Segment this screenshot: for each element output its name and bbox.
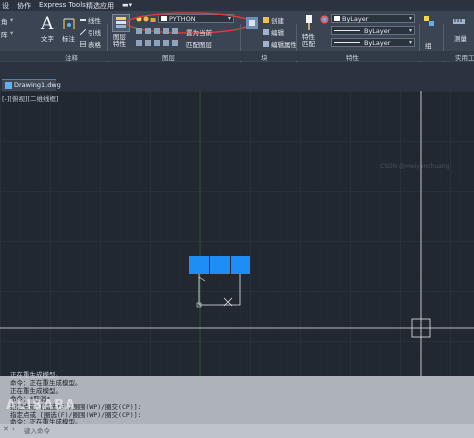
menu-item-collaborate[interactable]: 协作 bbox=[17, 1, 31, 11]
color-dropdown[interactable]: ByLayer ▾ bbox=[331, 14, 415, 23]
layer-freeze-icon bbox=[154, 28, 160, 34]
menu-item-workspace-dropdown[interactable]: ▬▾ bbox=[122, 1, 132, 9]
color-value: ByLayer bbox=[342, 15, 369, 23]
command-line[interactable]: ✕ › 键入命令 bbox=[0, 424, 474, 438]
make-current-button[interactable]: 置为当前 bbox=[186, 27, 212, 37]
dimension-icon bbox=[63, 18, 75, 29]
dropdown-arrow-icon: ▾ bbox=[10, 16, 14, 24]
menu-item-view[interactable]: 设 bbox=[2, 1, 9, 11]
text-button[interactable]: A bbox=[40, 14, 54, 34]
lineweight-value: ByLayer bbox=[364, 39, 391, 47]
group-icon[interactable] bbox=[423, 15, 435, 29]
leader-button[interactable]: 引线 bbox=[88, 27, 101, 37]
dwg-file-icon bbox=[5, 82, 12, 89]
chevron-right-icon: › bbox=[12, 425, 15, 433]
panel-title-utilities[interactable]: 实用工 bbox=[455, 52, 474, 62]
dropdown-arrow-icon: ▾ bbox=[10, 29, 14, 37]
table-button[interactable]: 表格 bbox=[88, 39, 101, 49]
layer-tool-icon bbox=[145, 40, 151, 46]
layer-walk-icon bbox=[172, 28, 178, 34]
linetype-dropdown[interactable]: ByLayer ▾ bbox=[331, 26, 415, 35]
panel-title-properties[interactable]: 特性 bbox=[346, 52, 359, 62]
file-tab-bar: Drawing1.dwg bbox=[0, 79, 474, 91]
color-swatch bbox=[334, 16, 340, 21]
text-icon: A bbox=[40, 14, 54, 34]
chevron-down-icon: ▾ bbox=[408, 39, 412, 46]
insert-block-icon bbox=[246, 17, 258, 29]
layer-lock-icon bbox=[163, 28, 169, 34]
ribbon-left-label-2[interactable]: 阵 bbox=[1, 29, 8, 39]
leader-icon bbox=[80, 29, 86, 35]
paintbrush-icon bbox=[306, 15, 312, 30]
edit-block-button[interactable]: 编辑 bbox=[271, 27, 284, 37]
viewport-controls[interactable]: [-][俯视][二维线框] bbox=[2, 93, 59, 103]
menu-item-express-tools[interactable]: Express Tools bbox=[39, 1, 86, 9]
measure-icon[interactable] bbox=[452, 15, 466, 31]
image-watermark: ALIBABA bbox=[6, 398, 77, 413]
create-block-button[interactable]: 创建 bbox=[271, 15, 284, 25]
canvas-watermark: CSDN @meiyanchuang bbox=[380, 163, 450, 170]
edit-attribute-icon bbox=[263, 41, 269, 47]
svg-text:A: A bbox=[40, 14, 54, 32]
layer-tool-icon bbox=[163, 40, 169, 46]
edit-attribute-button[interactable]: 编辑属性 bbox=[271, 39, 297, 49]
file-tab-label: Drawing1.dwg bbox=[14, 81, 61, 89]
command-input-placeholder: 键入命令 bbox=[24, 427, 50, 435]
table-icon bbox=[80, 41, 86, 47]
lineweight-preview bbox=[334, 42, 360, 43]
panel-title-block[interactable]: 块 bbox=[261, 52, 268, 62]
dimension-button-label: 标注 bbox=[62, 35, 75, 43]
edit-block-icon bbox=[263, 29, 269, 35]
linetype-value: ByLayer bbox=[364, 27, 391, 35]
ribbon: 角 阵 ▾ ▾ A 文字 标注 线性 引线 表格 图层 特性 PYTHON ▾ … bbox=[0, 11, 474, 70]
group-button[interactable]: 组 bbox=[425, 40, 432, 50]
drawing-surface bbox=[0, 91, 474, 376]
panel-title-layers[interactable]: 图层 bbox=[162, 52, 175, 62]
match-layer-button[interactable]: 匹配图层 bbox=[186, 39, 212, 49]
close-icon[interactable]: ✕ bbox=[3, 425, 9, 433]
drawing-canvas[interactable]: CSDN @meiyanchuang bbox=[0, 91, 474, 376]
linear-button[interactable]: 线性 bbox=[88, 15, 101, 25]
layer-isolate-icon bbox=[145, 28, 151, 34]
match-properties-button[interactable] bbox=[302, 14, 316, 32]
layer-off-icon bbox=[136, 28, 142, 34]
text-button-label: 文字 bbox=[41, 35, 54, 43]
measure-button[interactable]: 测量 bbox=[454, 33, 467, 43]
match-properties-label: 特性 匹配 bbox=[302, 33, 315, 48]
linetype-preview bbox=[334, 30, 360, 31]
color-wheel-icon bbox=[320, 15, 329, 24]
layer-tool-icon bbox=[136, 40, 142, 46]
grip-square-3 bbox=[231, 256, 250, 274]
file-tab-drawing1[interactable]: Drawing1.dwg bbox=[2, 79, 61, 91]
dimension-button[interactable] bbox=[62, 15, 76, 31]
menu-bar: 设 协作 Express Tools 精选应用 ▬▾ bbox=[0, 0, 474, 11]
menu-item-featured-apps[interactable]: 精选应用 bbox=[86, 1, 114, 11]
lineweight-dropdown[interactable]: ByLayer ▾ bbox=[331, 38, 415, 47]
chevron-down-icon: ▾ bbox=[408, 27, 412, 34]
create-block-icon bbox=[263, 17, 269, 23]
chevron-down-icon: ▾ bbox=[408, 15, 412, 22]
grip-square-2 bbox=[210, 256, 230, 274]
quick-access-gap bbox=[0, 62, 474, 79]
grip-square-1 bbox=[189, 256, 209, 274]
insert-block-button[interactable] bbox=[244, 15, 260, 33]
ribbon-left-label-1[interactable]: 角 bbox=[1, 16, 8, 26]
layer-tool-icon bbox=[172, 40, 178, 46]
linear-icon bbox=[80, 19, 86, 21]
panel-title-annotation[interactable]: 注释 bbox=[65, 52, 78, 62]
layer-tool-icon bbox=[154, 40, 160, 46]
